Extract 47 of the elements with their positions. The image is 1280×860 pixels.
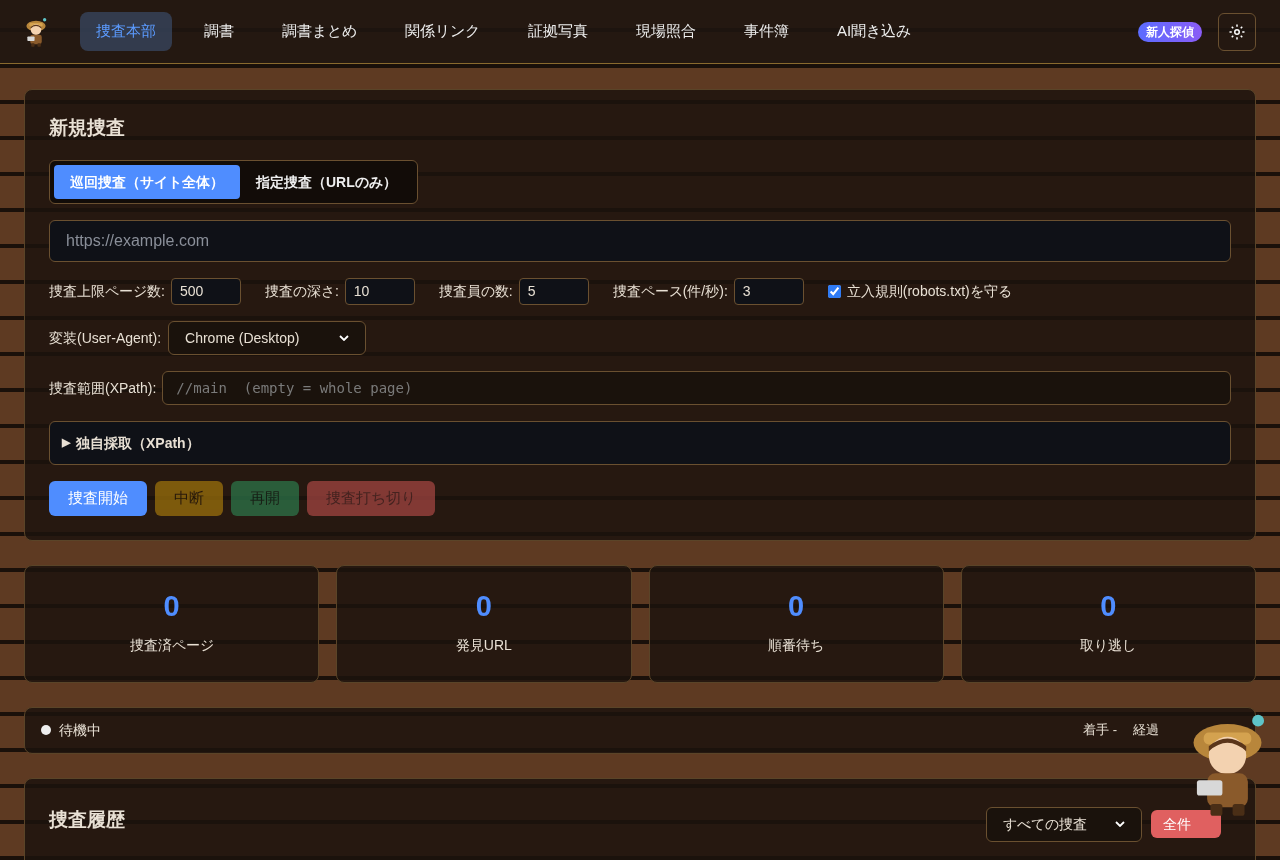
- stat-label: 取り逃し: [1080, 636, 1137, 655]
- status-text: 待機中: [59, 721, 101, 740]
- nav-tab[interactable]: 捜査本部: [80, 12, 172, 51]
- stat-value: 0: [788, 592, 805, 621]
- elapsed-time: 経過: [1133, 720, 1159, 739]
- param-label: 捜査員の数:: [438, 282, 513, 301]
- param-field[interactable]: 10: [344, 277, 415, 305]
- param-label: 捜査ペース(件/秒):: [612, 282, 728, 301]
- panel-title: 新規捜査: [49, 116, 126, 140]
- chevron-down-icon: [339, 334, 350, 341]
- user-agent-select[interactable]: Chrome (Desktop): [168, 320, 367, 355]
- nav-tab[interactable]: 調書まとめ: [266, 12, 373, 51]
- param-label: 捜査上限ページ数:: [49, 282, 165, 301]
- stat-label: 順番待ち: [768, 636, 825, 655]
- nav-tab[interactable]: 事件簿: [728, 12, 805, 51]
- detective-logo-icon: [24, 15, 48, 48]
- settings-button[interactable]: [1218, 12, 1256, 51]
- started-time: 着手 -: [1083, 720, 1117, 739]
- url-field[interactable]: https://example.com: [49, 219, 1231, 262]
- nav-tab[interactable]: 現場照合: [620, 12, 712, 51]
- nav-tab[interactable]: 調書: [188, 12, 250, 51]
- stat-label: 発見URL: [455, 636, 512, 655]
- param-field[interactable]: 3: [733, 277, 804, 305]
- param-field[interactable]: 500: [170, 277, 241, 305]
- robots-checkbox[interactable]: [827, 284, 841, 298]
- scope-label: 捜査範囲(XPath):: [49, 378, 157, 398]
- xpath-field[interactable]: //main (empty = whole page): [162, 370, 1231, 405]
- settings-icon: [1228, 22, 1246, 41]
- nav-tab[interactable]: 関係リンク: [389, 12, 496, 51]
- section-label: 独自採取（XPath）: [76, 433, 200, 453]
- stat-value: 0: [163, 592, 180, 621]
- history-filter-select[interactable]: すべての捜査: [986, 806, 1142, 842]
- mode-tab[interactable]: 指定捜査（URLのみ）: [240, 164, 413, 199]
- checkbox-label: 立入規則(robots.txt)を守る: [846, 282, 1012, 301]
- stat-value: 0: [1100, 592, 1117, 621]
- panel-title: 捜査履歴: [49, 807, 125, 832]
- rank-badge: 新人探偵: [1138, 21, 1202, 42]
- stat-value: 0: [475, 592, 492, 621]
- chevron-down-icon: [1115, 821, 1125, 827]
- nav-tab[interactable]: 証拠写真: [512, 12, 604, 51]
- custom-extract-section[interactable]: ▶ 独自採取（XPath）: [49, 420, 1231, 465]
- stat-label: 捜査済ページ: [129, 636, 214, 655]
- param-label: 捜査の深さ:: [264, 282, 339, 301]
- user-agent-label: 変装(User-Agent):: [49, 328, 162, 348]
- nav-tab[interactable]: AI聞き込み: [821, 12, 928, 51]
- param-field[interactable]: 5: [518, 277, 589, 305]
- disclosure-marker: ▶: [62, 434, 70, 450]
